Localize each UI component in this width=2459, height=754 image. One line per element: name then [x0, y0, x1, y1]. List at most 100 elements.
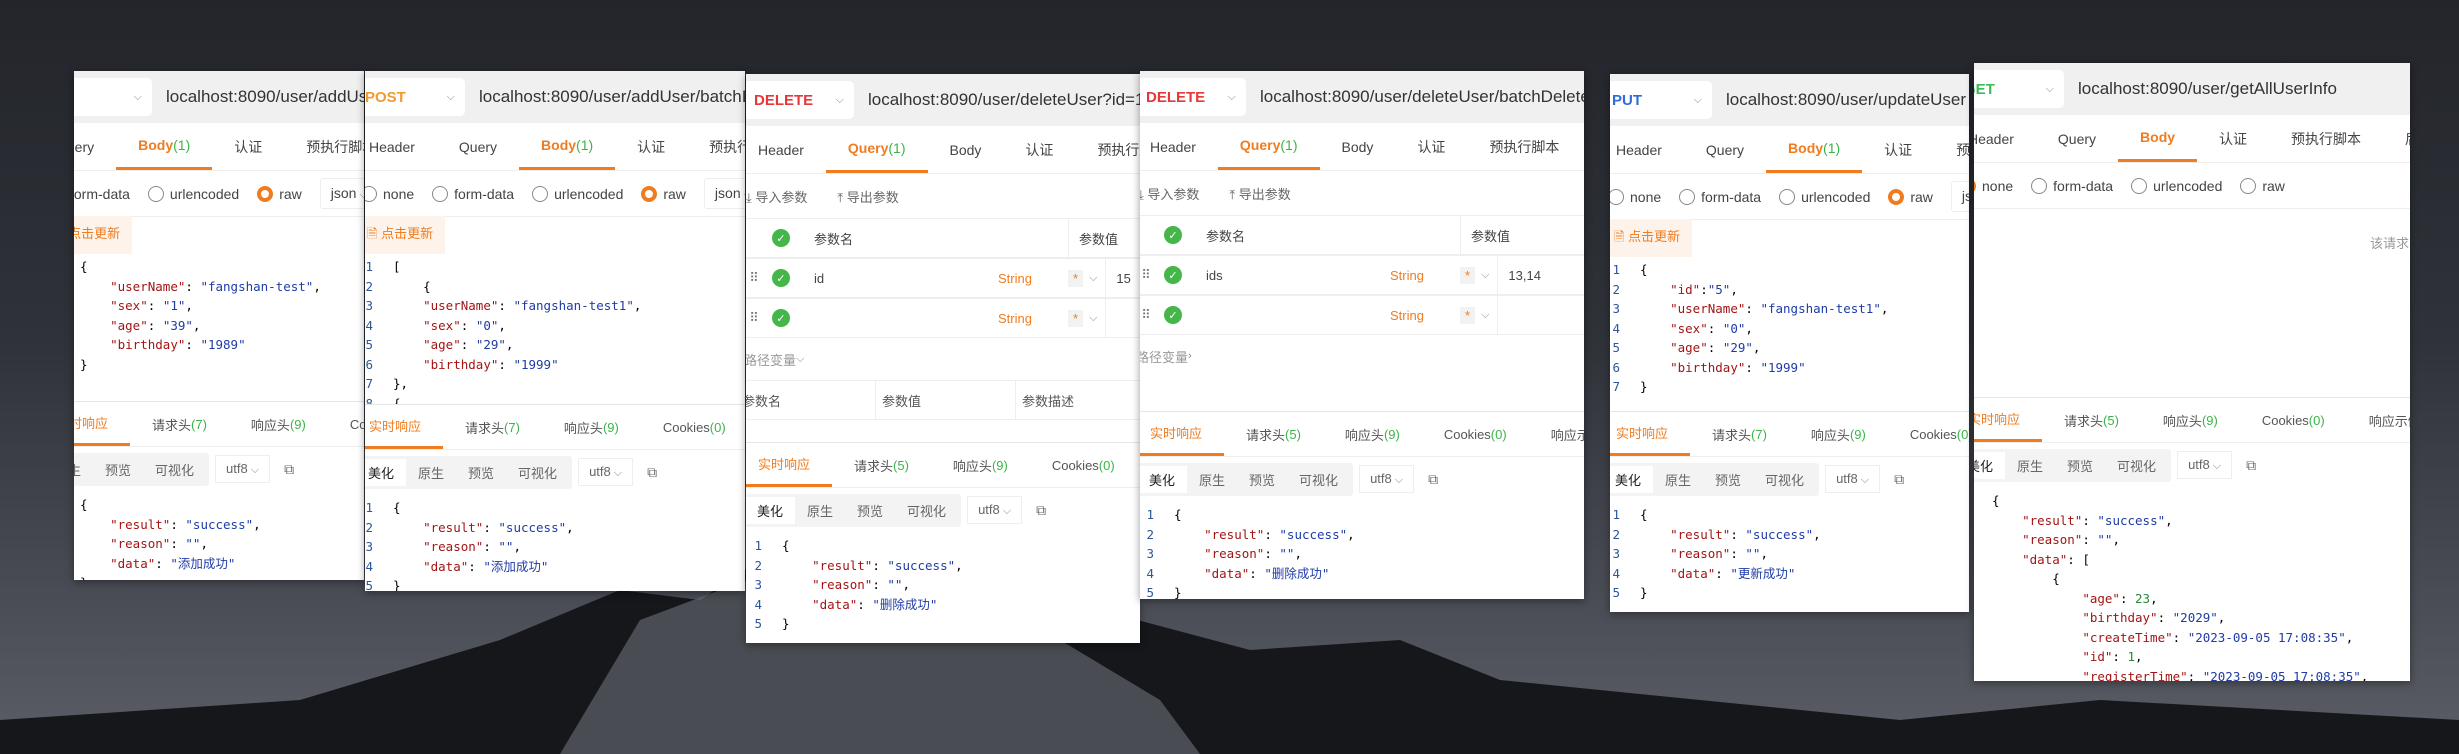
tab-4[interactable]: 预执行脚本	[1934, 126, 1969, 173]
tab-2[interactable]: Body	[2118, 115, 2198, 162]
path-variables-toggle[interactable]: 路径变量 ›	[1140, 335, 1584, 377]
required-icon[interactable]: *	[1068, 309, 1084, 327]
encoding-select[interactable]: utf8 ⌵	[1825, 465, 1881, 493]
encoding-select[interactable]: utf8 ⌵	[578, 458, 634, 486]
export-params-button[interactable]: ⤒ 导出参数	[837, 187, 898, 206]
method-select[interactable]: ⌵	[74, 78, 152, 116]
view-mode-1[interactable]: 预览	[93, 456, 143, 483]
method-select[interactable]: POST ⌵	[365, 78, 465, 116]
tab-4[interactable]: 预执行脚本	[687, 123, 745, 170]
view-mode-2[interactable]: 预览	[1703, 466, 1753, 493]
view-mode-1[interactable]: 原生	[795, 497, 845, 524]
tab-3[interactable]: 认证	[1395, 123, 1467, 170]
response-tab-0[interactable]: 实时响应	[746, 443, 833, 487]
response-tab-1[interactable]: 请求头 (7)	[1690, 412, 1789, 456]
view-mode-1[interactable]: 原生	[2005, 452, 2055, 479]
param-type-select[interactable]: String	[998, 271, 1068, 286]
radio-raw[interactable]: raw	[641, 185, 686, 202]
method-select[interactable]: DELETE ⌵	[1140, 78, 1246, 116]
response-tab-2[interactable]: 响应头 (9)	[1323, 412, 1422, 456]
radio-raw[interactable]: raw	[257, 185, 302, 202]
view-mode-0[interactable]: 美化	[1974, 451, 2006, 479]
tab-2[interactable]: Body (1)	[1766, 126, 1863, 173]
radio-urlencoded[interactable]: urlencoded	[532, 185, 623, 202]
response-tab-1[interactable]: 请求头 (5)	[1224, 412, 1323, 456]
view-mode-3[interactable]: 可视化	[2105, 452, 2168, 479]
view-mode-0[interactable]: 美化	[1140, 465, 1188, 493]
response-tab-3[interactable]: Cookies(0)	[1422, 412, 1529, 456]
param-type-select[interactable]: String	[1390, 268, 1460, 283]
tab-0[interactable]: Query	[74, 123, 116, 170]
radio-raw[interactable]: raw	[2240, 177, 2285, 194]
format-select[interactable]: json ⌵	[319, 178, 364, 209]
param-checkbox[interactable]: ✓	[1164, 306, 1200, 324]
view-mode-0[interactable]: 美化	[365, 458, 407, 486]
response-tab-2[interactable]: 响应头 (9)	[229, 402, 328, 446]
tab-3[interactable]: 认证	[2197, 115, 2269, 162]
response-tab-0[interactable]: 实时响应	[1610, 412, 1691, 456]
response-tab-1[interactable]: 请求头 (5)	[2042, 398, 2141, 442]
param-value-input[interactable]	[1105, 299, 1140, 337]
tab-5[interactable]: 后执行脚本	[2383, 115, 2410, 162]
radio-form-data[interactable]: form-data	[1679, 188, 1761, 205]
response-tab-3[interactable]: Cookies(0)	[328, 402, 364, 446]
copy-icon[interactable]: ⧉	[284, 461, 294, 478]
required-icon[interactable]: *	[1068, 269, 1084, 287]
view-mode-2[interactable]: 可视化	[143, 456, 206, 483]
tab-1[interactable]: Body (1)	[116, 123, 213, 170]
tab-0[interactable]: Header	[1974, 115, 2036, 162]
response-tab-3[interactable]: Cookies(0)	[641, 405, 745, 449]
import-params-button[interactable]: ⤓ 导入参数	[746, 187, 807, 206]
url-input[interactable]: localhost:8090/user/deleteUser/batchDele…	[1260, 87, 1584, 107]
view-mode-3[interactable]: 可视化	[1287, 466, 1350, 493]
radio-form-data[interactable]: form-data	[2031, 177, 2113, 194]
param-value-input[interactable]	[1497, 296, 1584, 334]
method-select[interactable]: PUT ⌵	[1610, 81, 1712, 119]
tab-2[interactable]: Body	[1320, 123, 1396, 170]
radio-urlencoded[interactable]: urlencoded	[147, 185, 239, 202]
radio-urlencoded[interactable]: urlencoded	[2131, 177, 2222, 194]
response-tab-3[interactable]: Cookies(0)	[1888, 412, 1969, 456]
tab-4[interactable]: 预执行脚本	[1075, 126, 1140, 173]
drag-handle-icon[interactable]: ⠿	[1140, 307, 1164, 323]
view-mode-1[interactable]: 原生	[1653, 466, 1703, 493]
tab-4[interactable]: 预执行脚本	[2269, 115, 2383, 162]
response-tab-4[interactable]: 响应示例	[1529, 412, 1584, 456]
encoding-select[interactable]: utf8 ⌵	[967, 496, 1023, 524]
view-mode-3[interactable]: 可视化	[895, 497, 958, 524]
response-tab-1[interactable]: 请求头 (7)	[443, 405, 542, 449]
request-body-editor[interactable]: 1{2 "id":"5", 3 "userName": "fangshan-tes…	[1610, 256, 1969, 397]
import-params-button[interactable]: ⤓ 导入参数	[1140, 184, 1199, 203]
drag-handle-icon[interactable]: ⠿	[746, 270, 772, 286]
url-input[interactable]: localhost:8090/user/updateUser	[1726, 90, 1966, 110]
drag-handle-icon[interactable]: ⠿	[1140, 267, 1164, 283]
tab-0[interactable]: Header	[1610, 126, 1684, 173]
tab-1[interactable]: Query (1)	[1217, 123, 1320, 170]
response-tab-3[interactable]: Cookies(0)	[2240, 398, 2347, 442]
tab-0[interactable]: Header	[365, 123, 437, 170]
response-tab-0[interactable]: 实时响应	[1140, 412, 1225, 456]
url-input[interactable]: localhost:8090/user/deleteUser?id=15	[868, 90, 1140, 110]
view-mode-3[interactable]: 可视化	[1753, 466, 1816, 493]
response-tab-0[interactable]: 实时响应	[365, 405, 444, 449]
view-mode-3[interactable]: 可视化	[506, 459, 569, 486]
view-mode-2[interactable]: 预览	[2055, 452, 2105, 479]
encoding-select[interactable]: utf8 ⌵	[215, 455, 271, 483]
tab-5[interactable]: 后执行脚本	[1581, 123, 1584, 170]
required-icon[interactable]: *	[1460, 266, 1476, 284]
method-select[interactable]: DELETE ⌵	[746, 81, 854, 119]
request-body-editor[interactable]: { "userName": "fangshan-test", "sex": "1…	[74, 253, 364, 374]
response-tab-1[interactable]: 请求头 (7)	[130, 402, 229, 446]
response-tab-0[interactable]: 实时响应	[74, 402, 131, 446]
update-button[interactable]: 🗎 点击更新	[365, 216, 446, 254]
copy-icon[interactable]: ⧉	[647, 464, 657, 481]
url-input[interactable]: localhost:8090/user/getAllUserInfo	[2078, 79, 2337, 99]
view-mode-2[interactable]: 预览	[845, 497, 895, 524]
param-type-select[interactable]: String	[1390, 308, 1460, 323]
tab-3[interactable]: 认证	[1003, 126, 1075, 173]
view-mode-0[interactable]: 原生	[74, 456, 93, 483]
encoding-select[interactable]: utf8 ⌵	[2177, 451, 2233, 479]
format-select[interactable]: json ⌵	[1950, 181, 1969, 212]
param-value-input[interactable]: 15	[1105, 259, 1140, 297]
radio-urlencoded[interactable]: urlencoded	[1779, 188, 1870, 205]
